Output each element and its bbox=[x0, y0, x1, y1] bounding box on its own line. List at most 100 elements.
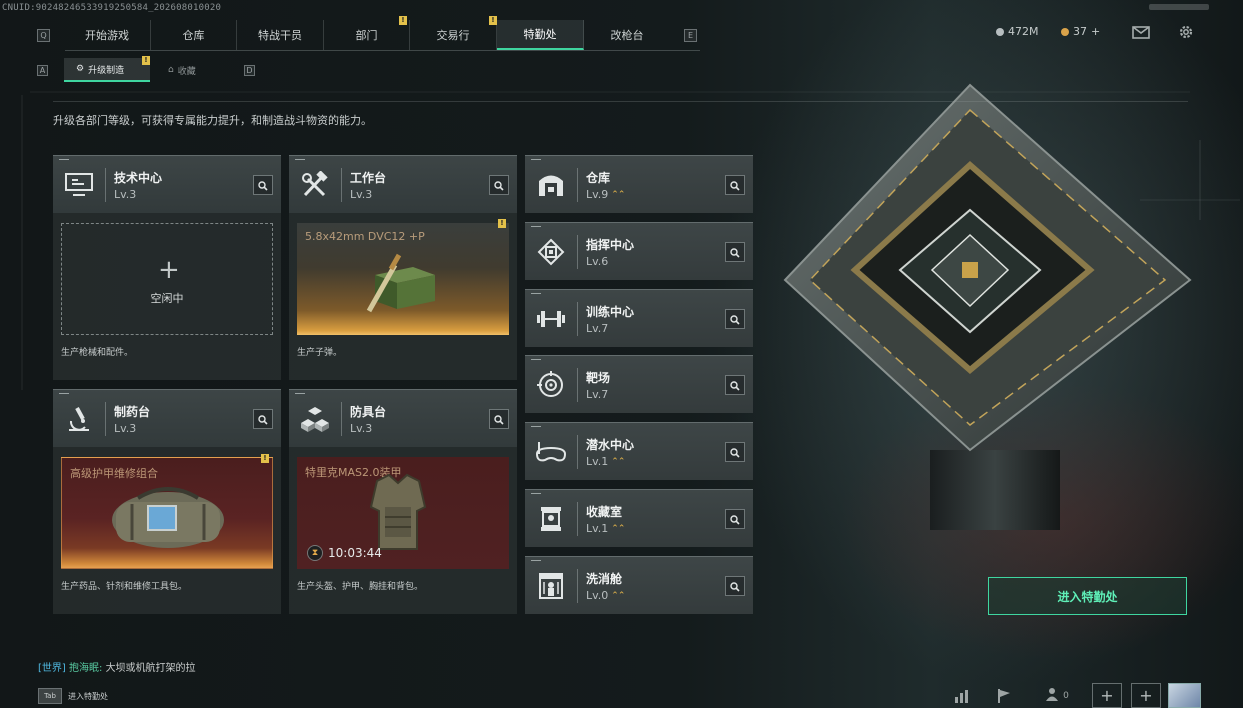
notification-badge: ! bbox=[489, 16, 497, 25]
inspect-button[interactable] bbox=[725, 509, 745, 529]
craft-slot-in-progress[interactable]: 特里克MAS2.0装甲 ⧗ 10:03:44 bbox=[297, 457, 509, 569]
tab-label: 开始游戏 bbox=[85, 29, 129, 42]
ticket-display[interactable]: 37 + bbox=[1061, 25, 1100, 38]
craft-slot-ready[interactable]: 5.8x42mm DVC12 +P ! bbox=[297, 219, 509, 335]
nav-next-keyhint[interactable]: E bbox=[684, 28, 697, 42]
tab-label: 仓库 bbox=[182, 29, 205, 42]
department-header[interactable]: 制药台 Lv.3 bbox=[53, 389, 281, 447]
inspect-button[interactable] bbox=[489, 175, 509, 195]
inspect-button[interactable] bbox=[725, 175, 745, 195]
separator bbox=[341, 168, 342, 202]
tab-gunsmith[interactable]: 改枪台 bbox=[584, 20, 670, 50]
subnav-next-keyhint[interactable]: D bbox=[244, 64, 255, 76]
department-level: Lv.3 bbox=[350, 422, 373, 435]
ready-badge: ! bbox=[261, 454, 269, 463]
microscope-icon bbox=[61, 402, 97, 436]
separator bbox=[577, 368, 578, 402]
department-card-collection-room[interactable]: 收藏室 Lv.1 ⌃⌃ bbox=[525, 489, 753, 547]
department-header[interactable]: 防具台 Lv.3 bbox=[289, 389, 517, 447]
department-level: Lv.7 bbox=[586, 322, 609, 335]
craft-slot-ready[interactable]: 高级护甲维修组合 ! bbox=[61, 454, 273, 569]
tab-label: 升级制造 bbox=[88, 65, 125, 76]
department-name: 指挥中心 bbox=[586, 238, 635, 252]
display-case-icon bbox=[533, 502, 569, 536]
department-card-warehouse[interactable]: 仓库 Lv.9 ⌃⌃ bbox=[525, 155, 753, 213]
plus-icon: + bbox=[1139, 686, 1153, 705]
repair-kit-bag-icon bbox=[112, 487, 224, 548]
search-icon bbox=[730, 376, 740, 395]
department-card-command-center[interactable]: 指挥中心 Lv.6 bbox=[525, 222, 753, 280]
department-card-training-center[interactable]: 训练中心 Lv.7 bbox=[525, 289, 753, 347]
chat-sender: 抱海眠: bbox=[69, 663, 103, 674]
tab-shortcut-hint[interactable]: Tab 进入特勤处 bbox=[38, 688, 108, 704]
inspect-button[interactable] bbox=[725, 442, 745, 462]
inspect-button[interactable] bbox=[253, 175, 273, 195]
tab-start-game[interactable]: 开始游戏 bbox=[64, 20, 151, 50]
tab-operators[interactable]: 特战干员 bbox=[237, 20, 324, 50]
tab-collection[interactable]: ⌂ 收藏 bbox=[150, 58, 236, 82]
department-level: Lv.3 bbox=[350, 188, 373, 201]
tab-special-ops[interactable]: 特勤处 ! bbox=[489, 16, 584, 50]
body-armor-icon bbox=[369, 473, 427, 550]
search-icon bbox=[730, 443, 740, 462]
department-card-diving-center[interactable]: 潜水中心 Lv.1 ⌃⌃ bbox=[525, 422, 753, 480]
inspect-button[interactable] bbox=[253, 409, 273, 429]
mail-icon[interactable] bbox=[1132, 24, 1150, 40]
inspect-button[interactable] bbox=[725, 242, 745, 262]
timer-value: 10:03:44 bbox=[328, 546, 382, 560]
inspect-button[interactable] bbox=[725, 309, 745, 329]
department-card-workbench: 工作台 Lv.3 5.8x42mm DVC12 +P ! 生产子弹。 bbox=[289, 155, 517, 380]
enter-special-ops-button[interactable]: 进入特勤处 bbox=[988, 577, 1187, 615]
department-level: Lv.6 bbox=[586, 255, 609, 268]
department-header[interactable]: 技术中心 Lv.3 bbox=[53, 155, 281, 213]
tab-warehouse[interactable]: 仓库 bbox=[151, 20, 237, 50]
subnav-prev-keyhint[interactable]: A bbox=[37, 64, 48, 76]
nav-prev-keyhint[interactable]: Q bbox=[37, 28, 50, 42]
craft-item-name: 5.8x42mm DVC12 +P bbox=[305, 230, 425, 243]
search-icon bbox=[730, 577, 740, 596]
currency-amount: 472M bbox=[1008, 25, 1039, 38]
invite-slot-button[interactable]: + bbox=[1092, 683, 1122, 708]
inspect-button[interactable] bbox=[725, 576, 745, 596]
department-card-decon-chamber[interactable]: 洗消舱 Lv.0 ⌃⌃ bbox=[525, 556, 753, 614]
world-chat-message[interactable]: [世界] 抱海眠: 大坝或机航打架的拉 bbox=[38, 659, 196, 674]
department-level: Lv.9 ⌃⌃ bbox=[586, 188, 625, 201]
settings-gear-icon[interactable] bbox=[1177, 24, 1195, 40]
tab-upgrade-craft[interactable]: ⚙ 升级制造 ! bbox=[64, 56, 150, 82]
department-card-tech-center: 技术中心 Lv.3 + 空闲中 生产枪械和配件。 bbox=[53, 155, 281, 380]
dumbbell-icon bbox=[533, 302, 569, 336]
department-description: 生产枪械和配件。 bbox=[61, 348, 134, 358]
separator bbox=[577, 168, 578, 202]
upgrade-available-icon: ⌃⌃ bbox=[611, 190, 625, 200]
search-icon bbox=[730, 510, 740, 529]
currency-display[interactable]: 472M bbox=[996, 25, 1039, 38]
tab-key: Tab bbox=[38, 688, 62, 704]
department-name: 潜水中心 bbox=[586, 438, 635, 452]
department-card-shooting-range[interactable]: 靶场 Lv.7 bbox=[525, 355, 753, 413]
inspect-button[interactable] bbox=[489, 409, 509, 429]
inspect-button[interactable] bbox=[725, 375, 745, 395]
ready-badge: ! bbox=[498, 219, 506, 228]
search-icon bbox=[258, 410, 268, 429]
diving-mask-icon bbox=[533, 435, 569, 469]
add-ticket-button[interactable]: + bbox=[1091, 25, 1100, 38]
friends-button[interactable]: 0 bbox=[1040, 685, 1074, 707]
player-avatar[interactable] bbox=[1168, 683, 1201, 708]
department-name: 防具台 bbox=[350, 405, 387, 419]
department-name: 训练中心 bbox=[586, 305, 635, 319]
department-level: Lv.7 bbox=[586, 388, 609, 401]
tab-departments[interactable]: 部门 ! bbox=[324, 16, 410, 50]
department-description: 生产子弹。 bbox=[297, 348, 343, 358]
search-icon bbox=[494, 410, 504, 429]
department-header[interactable]: 工作台 Lv.3 bbox=[289, 155, 517, 213]
chip-icon bbox=[533, 235, 569, 269]
tab-market[interactable]: 交易行 bbox=[410, 20, 497, 50]
invite-slot-button[interactable]: + bbox=[1131, 683, 1161, 708]
special-ops-cube-artwork bbox=[783, 83, 1192, 530]
sub-nav: A ⚙ 升级制造 ! ⌂ 收藏 D bbox=[37, 56, 255, 82]
flag-icon[interactable] bbox=[990, 685, 1018, 707]
craft-slot-idle[interactable]: + 空闲中 bbox=[61, 223, 273, 335]
separator bbox=[105, 402, 106, 436]
separator bbox=[577, 235, 578, 269]
stats-chart-icon[interactable] bbox=[948, 685, 976, 707]
